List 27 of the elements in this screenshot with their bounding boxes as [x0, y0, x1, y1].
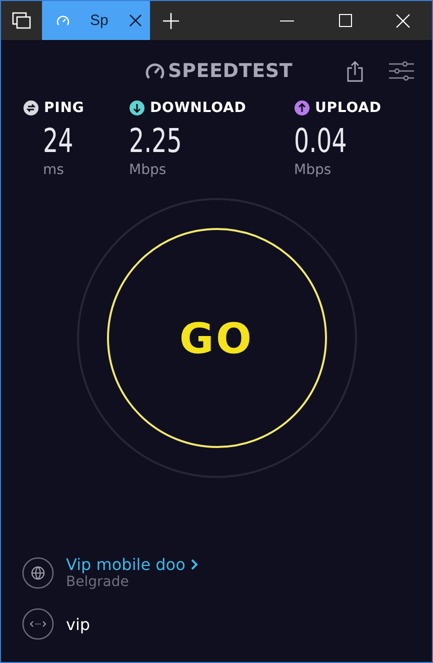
- connection-name: vip: [66, 614, 90, 634]
- server-provider-link[interactable]: Vip mobile doo: [66, 555, 198, 574]
- app-logo: SPEEDTEST: [168, 60, 293, 82]
- tab-overview-icon[interactable]: [12, 12, 32, 30]
- metric-value: 0.04: [294, 122, 348, 160]
- metric-unit: ms: [43, 162, 65, 178]
- metric-label: PING: [44, 100, 84, 116]
- settings-icon[interactable]: [389, 61, 414, 81]
- new-tab-icon[interactable]: [162, 12, 180, 30]
- server-location: Belgrade: [66, 574, 130, 590]
- browser-tab[interactable]: Sp: [42, 1, 150, 40]
- close-icon[interactable]: [129, 14, 142, 27]
- metric-unit: Mbps: [129, 162, 168, 178]
- chevron-icon: [191, 559, 198, 570]
- metric-value: 2.25: [129, 122, 183, 160]
- metric-label: UPLOAD: [315, 100, 382, 116]
- maximize-icon[interactable]: [338, 14, 352, 27]
- metric-unit: Mbps: [294, 162, 332, 178]
- gauge-icon: [56, 14, 70, 26]
- globe-icon: [22, 556, 54, 588]
- metric-value: 24: [43, 122, 74, 160]
- metric-label: DOWNLOAD: [150, 100, 246, 116]
- go-button[interactable]: GO: [106, 228, 326, 448]
- minimize-icon[interactable]: [280, 20, 294, 22]
- connection-icon: [22, 608, 54, 640]
- share-icon[interactable]: [347, 60, 363, 82]
- gauge-icon: [145, 62, 165, 80]
